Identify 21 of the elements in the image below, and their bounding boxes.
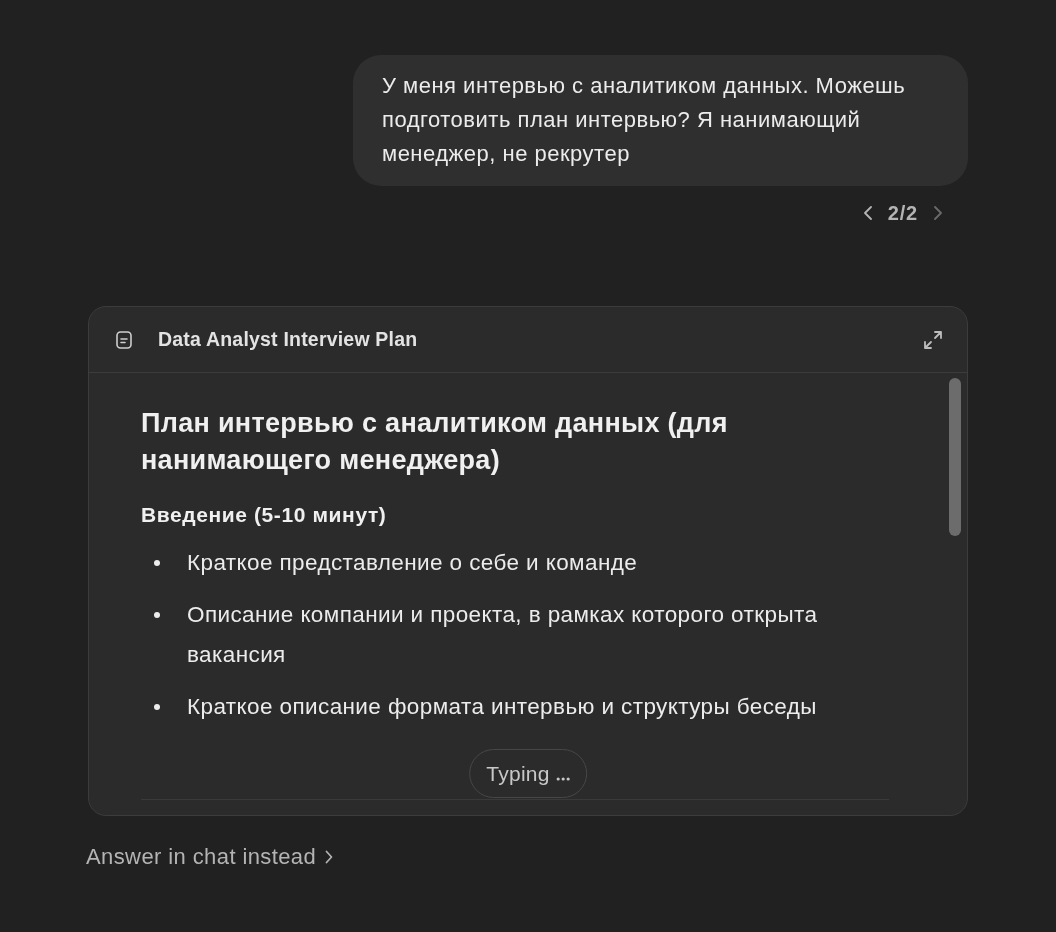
bullet-icon bbox=[154, 612, 160, 618]
chevron-right-icon bbox=[325, 850, 334, 864]
expand-icon bbox=[923, 329, 943, 350]
document-icon bbox=[116, 330, 132, 349]
answer-in-chat-link[interactable]: Answer in chat instead bbox=[86, 844, 334, 870]
list-item: Описание компании и проекта, в рамках которого открыта вакансия bbox=[187, 601, 819, 669]
chevron-right-icon bbox=[934, 206, 942, 220]
list-item: Краткое представление о себе и команде bbox=[187, 549, 638, 577]
scrollbar-thumb[interactable] bbox=[949, 378, 961, 536]
bullet-icon bbox=[154, 560, 160, 566]
version-counter: 2/2 bbox=[887, 201, 918, 225]
chevron-left-icon bbox=[863, 206, 872, 220]
document-title: План интервью с аналитиком данных (для нанимающего менеджера) bbox=[141, 407, 729, 477]
typing-dots-icon bbox=[555, 775, 570, 781]
expand-button[interactable] bbox=[923, 329, 943, 350]
bullet-icon bbox=[154, 704, 160, 710]
user-message: У меня интервью с аналитиком данных. Можешь подготовить план интервью? Я нанимающий менеджер, не рекрутер bbox=[353, 55, 968, 186]
typing-label: Typing bbox=[486, 761, 550, 786]
section-heading: Введение (5-10 минут) bbox=[141, 502, 388, 528]
artifact-title: Data Analyst Interview Plan bbox=[158, 328, 419, 351]
list-item: Краткое описание формата интервью и структуры беседы bbox=[187, 693, 817, 721]
